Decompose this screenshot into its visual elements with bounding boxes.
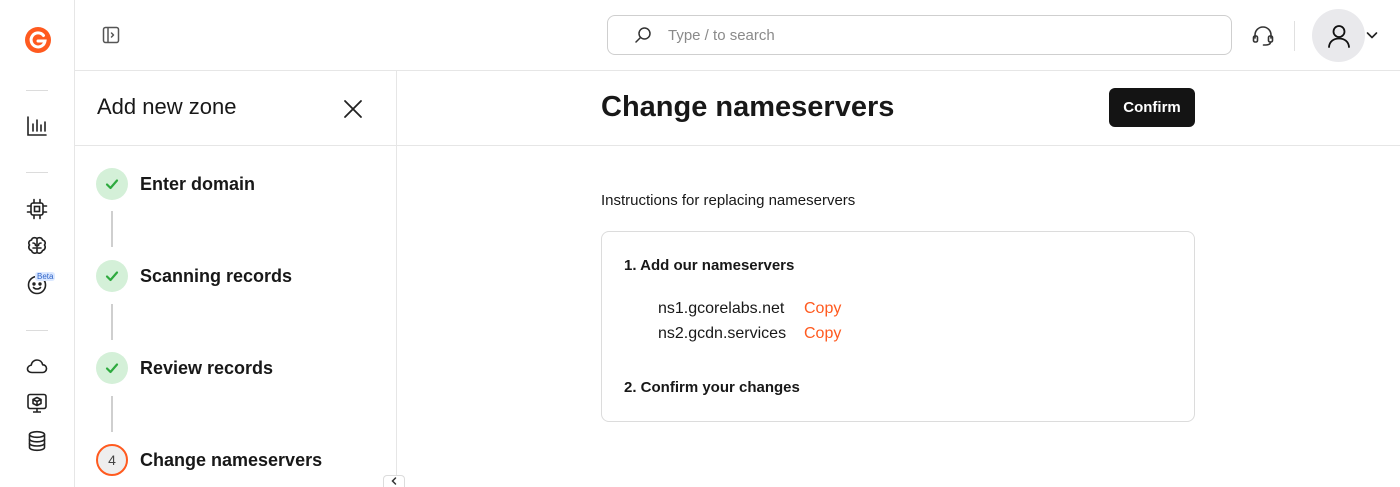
close-button[interactable] [340,96,366,122]
beta-badge: Beta [35,272,56,281]
support-button[interactable] [1250,23,1276,49]
step-label: Change nameservers [140,449,323,470]
step-connector [111,211,113,247]
step-connector [111,396,113,432]
nameserver-instructions-card: 1. Add our nameservers ns1.gcorelabs.net… [601,231,1195,422]
step-number-badge: 4 [96,444,128,476]
cloud-icon[interactable] [24,353,50,379]
search-bar[interactable] [607,15,1232,55]
step2-heading: 2. Confirm your changes [624,379,800,396]
search-input[interactable] [668,26,1231,44]
icon-rail: Beta [0,0,75,487]
gcore-logo-icon[interactable] [24,26,52,54]
nameserver-row: ns2.gcdn.services Copy [658,325,841,343]
bar-chart-icon[interactable] [24,113,50,139]
sidebar-toggle-icon [102,26,120,44]
brain-icon[interactable] [24,233,50,259]
check-icon [96,168,128,200]
rail-divider [26,172,48,173]
chevron-left-icon [391,477,397,485]
wizard-step-review-records[interactable]: Review records [96,351,273,385]
nameserver-value: ns2.gcdn.services [658,325,787,342]
check-icon [96,260,128,292]
page-title: Change nameservers [601,91,895,123]
user-icon [1327,24,1350,48]
wizard-step-change-nameservers[interactable]: 4 Change nameservers [96,443,322,477]
chevron-down-icon[interactable] [1365,28,1379,42]
avatar [1312,9,1365,62]
wizard-step-enter-domain[interactable]: Enter domain [96,167,255,201]
header-divider [1294,21,1295,51]
collapse-panel-button[interactable] [383,475,405,487]
wizard-title: Add new zone [97,94,237,119]
copy-link[interactable]: Copy [804,300,841,318]
close-icon [344,100,362,118]
instructions-text: Instructions for replacing nameservers [601,192,856,209]
step-connector [111,304,113,340]
step-label: Review records [140,357,274,378]
check-icon [96,352,128,384]
wizard-step-scanning-records[interactable]: Scanning records [96,259,292,293]
top-bar [75,0,1400,71]
step-label: Scanning records [140,265,293,286]
wizard-header: Add new zone [75,71,396,146]
wizard-panel: Add new zone Enter domain Scanning recor… [75,71,405,487]
rail-divider [26,330,48,331]
step-label: Enter domain [140,173,256,194]
step1-heading: 1. Add our nameservers [624,257,795,274]
headset-icon [1252,26,1274,46]
main-header: Change nameservers Confirm [397,71,1400,146]
search-icon [632,24,654,46]
database-icon[interactable] [24,428,50,454]
copy-link[interactable]: Copy [804,325,841,343]
chip-icon[interactable] [24,196,50,222]
monitor-box-icon[interactable] [24,390,50,416]
nameserver-row: ns1.gcorelabs.net Copy [658,300,841,318]
user-menu[interactable] [1312,9,1370,62]
nameserver-value: ns1.gcorelabs.net [658,300,785,317]
sidebar-toggle-button[interactable] [100,24,122,46]
rail-divider [26,90,48,91]
confirm-button[interactable]: Confirm [1109,88,1195,127]
